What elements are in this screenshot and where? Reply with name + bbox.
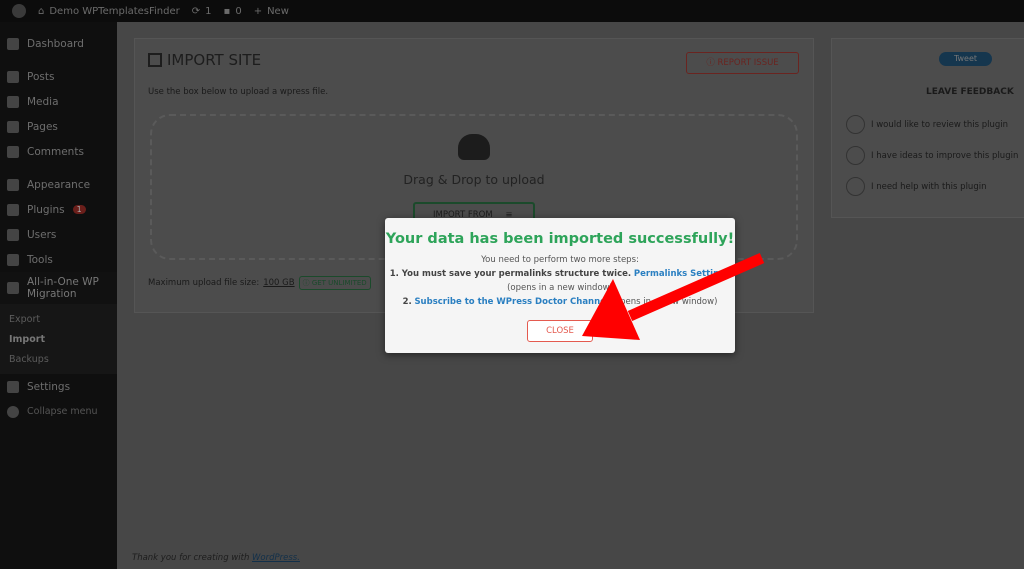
- red-arrow-annotation: [582, 252, 765, 340]
- arrow-shaft: [627, 252, 765, 322]
